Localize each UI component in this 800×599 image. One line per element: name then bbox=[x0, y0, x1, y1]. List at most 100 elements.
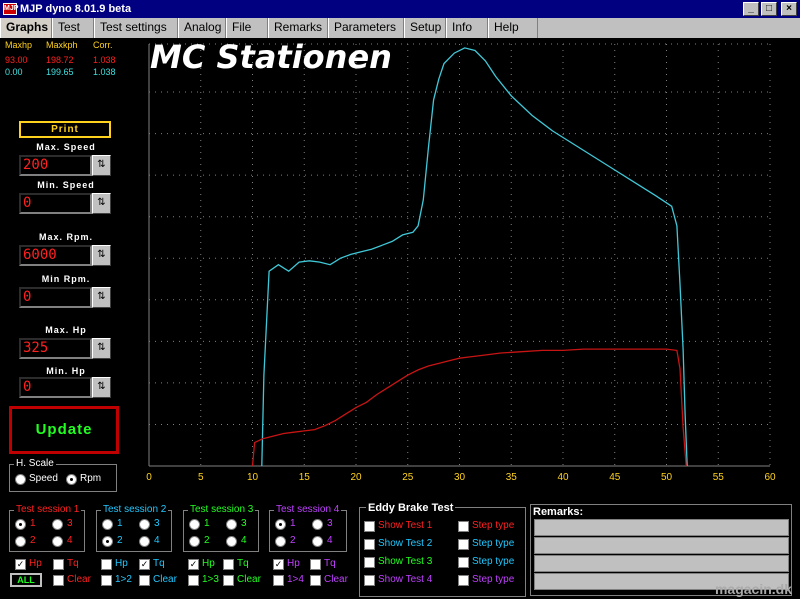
min-rpm-field[interactable]: 0 bbox=[19, 287, 92, 308]
session-3-radio-3-label: 3 bbox=[241, 518, 247, 529]
show-test-4-checkbox[interactable] bbox=[364, 575, 375, 586]
session-4-radio-4-label: 4 bbox=[327, 535, 333, 546]
session-3-clear-checkbox[interactable] bbox=[223, 575, 234, 586]
min-rpm-spin-icon[interactable]: ⇅ bbox=[92, 287, 111, 308]
max-hp-field[interactable]: 325 bbox=[19, 338, 92, 359]
min-hp-spin-icon[interactable]: ⇅ bbox=[92, 377, 111, 398]
session-1-clear-label: Clear bbox=[67, 574, 91, 585]
max-speed-spin-icon[interactable]: ⇅ bbox=[92, 155, 111, 176]
step-type-2-checkbox[interactable] bbox=[458, 539, 469, 550]
min-speed-spin-icon[interactable]: ⇅ bbox=[92, 193, 111, 214]
session-4-hp-checkbox[interactable]: ✓ bbox=[273, 559, 284, 570]
session-3-hp-checkbox[interactable]: ✓ bbox=[188, 559, 199, 570]
session-3-group: Test session 3 1 3 2 4 bbox=[183, 504, 259, 552]
max-rpm-field[interactable]: 6000 bbox=[19, 245, 92, 266]
session-1-radio-4[interactable] bbox=[52, 536, 63, 547]
all-button[interactable]: ALL bbox=[10, 573, 42, 587]
print-button[interactable]: Print bbox=[19, 121, 111, 138]
tab-test-settings[interactable]: Test settings bbox=[94, 18, 178, 38]
step-type-1-checkbox[interactable] bbox=[458, 521, 469, 532]
tab-test[interactable]: Test bbox=[52, 18, 94, 38]
rpm-radio[interactable] bbox=[66, 474, 77, 485]
maxkph-header: Maxkph bbox=[46, 40, 78, 50]
session-4-radio-1[interactable] bbox=[275, 519, 286, 530]
tab-info[interactable]: Info bbox=[446, 18, 488, 38]
tab-setup[interactable]: Setup bbox=[404, 18, 446, 38]
chart-brand-title: MC Stationen bbox=[150, 38, 392, 76]
x-tick-label: 45 bbox=[609, 472, 621, 483]
tab-file[interactable]: File bbox=[226, 18, 268, 38]
min-hp-field[interactable]: 0 bbox=[19, 377, 92, 398]
tab-remarks[interactable]: Remarks bbox=[268, 18, 328, 38]
session-1-tq-checkbox[interactable] bbox=[53, 559, 64, 570]
maxkph-value-1: 198.72 bbox=[46, 55, 74, 65]
session-4-radio-2-label: 2 bbox=[290, 535, 296, 546]
compare-1-4-checkbox[interactable] bbox=[273, 575, 284, 586]
session-1-radio-1[interactable] bbox=[15, 519, 26, 530]
session-4-clear-checkbox[interactable] bbox=[310, 575, 321, 586]
session-4-radio-3[interactable] bbox=[312, 519, 323, 530]
remarks-line-1[interactable] bbox=[534, 519, 789, 536]
session-2-clear-label: Clear bbox=[153, 574, 177, 585]
h-scale-label: H. Scale bbox=[14, 458, 56, 469]
show-test-2-label: Show Test 2 bbox=[378, 538, 433, 549]
control-panel: Maxhp Maxkph Corr. 93.00 198.72 1.038 0.… bbox=[0, 38, 145, 496]
session-2-radio-2[interactable] bbox=[102, 536, 113, 547]
step-type-4-checkbox[interactable] bbox=[458, 575, 469, 586]
session-2-radio-1[interactable] bbox=[102, 519, 113, 530]
session-3-hp-label: Hp bbox=[202, 558, 215, 569]
session-4-radio-3-label: 3 bbox=[327, 518, 333, 529]
session-1-radio-3[interactable] bbox=[52, 519, 63, 530]
session-1-group: Test session 1 1 3 2 4 bbox=[9, 504, 85, 552]
x-tick-label: 60 bbox=[764, 472, 776, 483]
speed-radio[interactable] bbox=[15, 474, 26, 485]
compare-1-2-checkbox[interactable] bbox=[101, 575, 112, 586]
session-2-hp-checkbox[interactable] bbox=[101, 559, 112, 570]
x-tick-label: 50 bbox=[661, 472, 673, 483]
session-4-tq-checkbox[interactable] bbox=[310, 559, 321, 570]
step-type-3-checkbox[interactable] bbox=[458, 557, 469, 568]
session-3-radio-1[interactable] bbox=[189, 519, 200, 530]
session-1-title: Test session 1 bbox=[14, 504, 82, 515]
bottom-panel: H. Scale Speed Rpm Test session 1 1 3 2 … bbox=[0, 458, 800, 599]
max-rpm-spin-icon[interactable]: ⇅ bbox=[92, 245, 111, 266]
update-button[interactable]: Update bbox=[9, 406, 119, 454]
corr-header: Corr. bbox=[93, 40, 113, 50]
maxhp-value-1: 93.00 bbox=[5, 55, 28, 65]
min-speed-field[interactable]: 0 bbox=[19, 193, 92, 214]
maximize-icon[interactable]: □ bbox=[761, 2, 777, 16]
tab-graphs[interactable]: Graphs bbox=[0, 18, 52, 38]
session-3-radio-3[interactable] bbox=[226, 519, 237, 530]
x-tick-label: 20 bbox=[350, 472, 362, 483]
session-4-radio-2[interactable] bbox=[275, 536, 286, 547]
step-type-1-label: Step type bbox=[472, 520, 515, 531]
session-3-tq-checkbox[interactable] bbox=[223, 559, 234, 570]
session-1-hp-checkbox[interactable]: ✓ bbox=[15, 559, 26, 570]
show-test-3-checkbox[interactable] bbox=[364, 557, 375, 568]
max-rpm-label: Max. Rpm. bbox=[38, 232, 93, 242]
rpm-radio-label: Rpm bbox=[80, 473, 102, 484]
remarks-line-3[interactable] bbox=[534, 555, 789, 572]
session-1-clear-checkbox[interactable] bbox=[53, 575, 64, 586]
tab-analog[interactable]: Analog bbox=[178, 18, 226, 38]
compare-1-3-checkbox[interactable] bbox=[188, 575, 199, 586]
maxhp-value-2: 0.00 bbox=[5, 67, 23, 77]
session-3-radio-4[interactable] bbox=[226, 536, 237, 547]
session-2-clear-checkbox[interactable] bbox=[139, 575, 150, 586]
close-icon[interactable]: × bbox=[781, 2, 797, 16]
remarks-line-2[interactable] bbox=[534, 537, 789, 554]
show-test-1-checkbox[interactable] bbox=[364, 521, 375, 532]
session-4-radio-4[interactable] bbox=[312, 536, 323, 547]
tab-help[interactable]: Help bbox=[488, 18, 538, 38]
session-3-radio-2[interactable] bbox=[189, 536, 200, 547]
session-2-radio-4[interactable] bbox=[139, 536, 150, 547]
session-2-radio-3[interactable] bbox=[139, 519, 150, 530]
minimize-icon[interactable]: _ bbox=[743, 2, 759, 16]
max-hp-spin-icon[interactable]: ⇅ bbox=[92, 338, 111, 359]
max-speed-field[interactable]: 200 bbox=[19, 155, 92, 176]
compare-1-2-label: 1>2 bbox=[115, 574, 132, 585]
show-test-2-checkbox[interactable] bbox=[364, 539, 375, 550]
tab-parameters[interactable]: Parameters bbox=[328, 18, 404, 38]
session-1-radio-2[interactable] bbox=[15, 536, 26, 547]
session-2-tq-checkbox[interactable]: ✓ bbox=[139, 559, 150, 570]
